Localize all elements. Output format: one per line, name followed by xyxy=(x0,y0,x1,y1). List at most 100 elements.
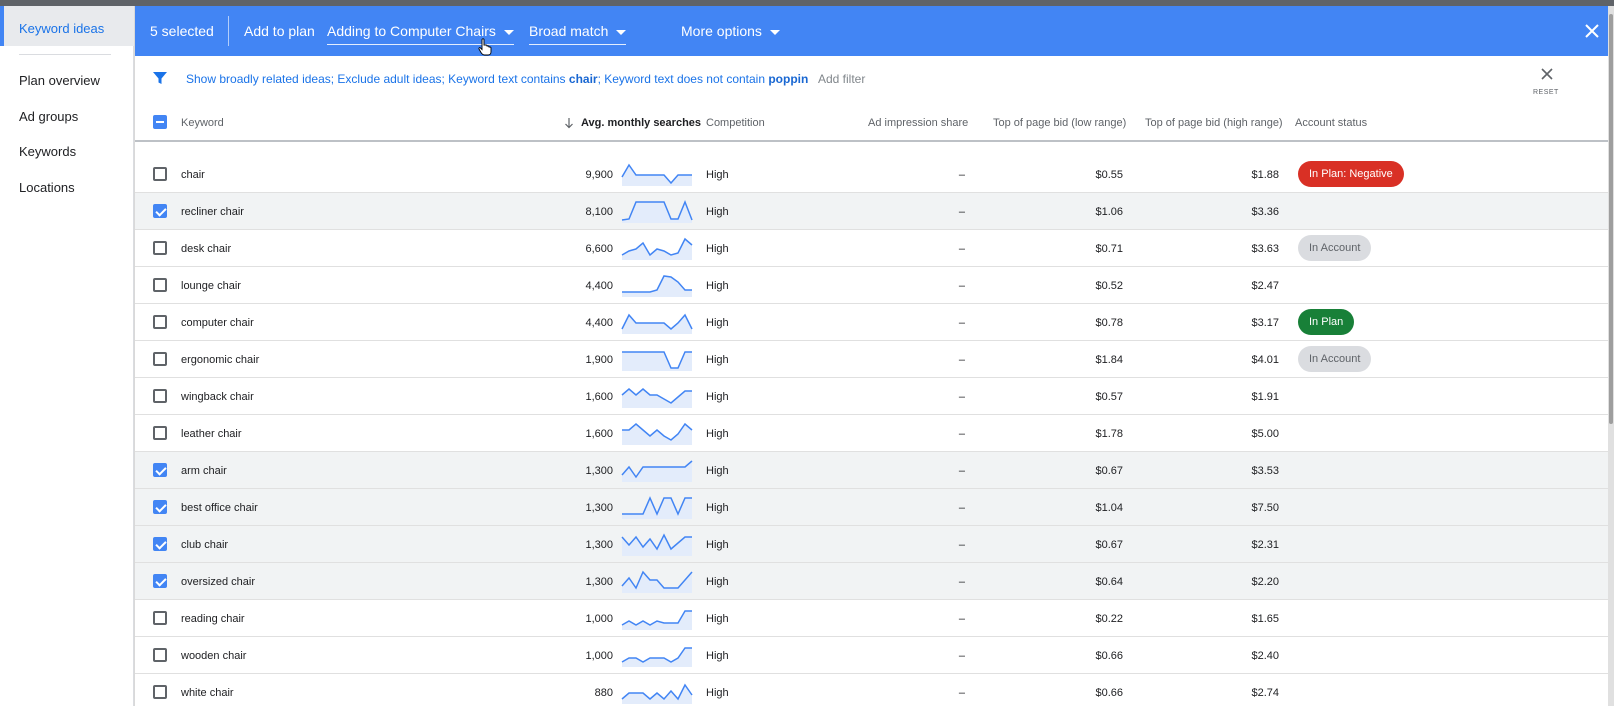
avg-monthly-searches: 1,300 xyxy=(585,539,613,551)
filter-icon[interactable] xyxy=(152,70,168,86)
bid-high-value: $2.20 xyxy=(1251,576,1279,588)
column-header-avg-monthly-searches[interactable]: Avg. monthly searches xyxy=(581,117,701,129)
row-checkbox[interactable] xyxy=(153,204,167,218)
competition-value: High xyxy=(706,613,729,625)
table-row[interactable]: white chair 880 High – $0.66 $2.74 xyxy=(135,674,1608,706)
competition-value: High xyxy=(706,539,729,551)
chevron-down-icon xyxy=(503,29,514,35)
chevron-down-icon xyxy=(769,29,780,35)
account-status-badge: In Account xyxy=(1298,235,1372,261)
avg-monthly-searches: 1,000 xyxy=(585,650,613,662)
competition-value: High xyxy=(706,465,729,477)
sidebar-item-keywords[interactable]: Keywords xyxy=(19,144,76,159)
table-row[interactable]: arm chair 1,300 High – $0.67 $3.53 xyxy=(135,452,1608,489)
row-checkbox[interactable] xyxy=(153,611,167,625)
competition-value: High xyxy=(706,502,729,514)
avg-monthly-searches: 1,900 xyxy=(585,354,613,366)
more-options-label: More options xyxy=(681,23,762,39)
sort-arrow-down-icon[interactable] xyxy=(564,117,574,129)
column-header-ad-impression-share[interactable]: Ad impression share xyxy=(868,117,968,129)
bid-low-value: $0.71 xyxy=(1095,243,1123,255)
select-all-checkbox[interactable] xyxy=(153,115,167,129)
sidebar-item-plan-overview[interactable]: Plan overview xyxy=(19,73,100,88)
bid-low-value: $0.57 xyxy=(1095,391,1123,403)
match-type-dropdown[interactable]: Broad match xyxy=(529,23,627,45)
table-row[interactable]: recliner chair 8,100 High – $1.06 $3.36 xyxy=(135,193,1608,230)
table-row[interactable]: ergonomic chair 1,900 High – $1.84 $4.01 In Ac… xyxy=(135,341,1608,378)
trend-sparkline xyxy=(622,351,692,371)
table-row[interactable]: best office chair 1,300 High – $1.04 $7.50 xyxy=(135,489,1608,526)
ad-impression-share-value: – xyxy=(958,502,965,514)
close-icon[interactable] xyxy=(1581,20,1603,42)
competition-value: High xyxy=(706,169,729,181)
table-row[interactable]: oversized chair 1,300 High – $0.64 $2.20 xyxy=(135,563,1608,600)
table-row[interactable]: reading chair 1,000 High – $0.22 $1.65 xyxy=(135,600,1608,637)
close-icon[interactable] xyxy=(1539,66,1555,82)
table-row[interactable]: chair 9,900 High – $0.55 $1.88 In Plan: Negati… xyxy=(135,156,1608,193)
table-row[interactable]: computer chair 4,400 High – $0.78 $3.17 In Pla… xyxy=(135,304,1608,341)
match-type-label: Broad match xyxy=(529,23,609,39)
bid-high-value: $1.65 xyxy=(1251,613,1279,625)
sidebar-item-ad-groups[interactable]: Ad groups xyxy=(19,109,78,124)
competition-value: High xyxy=(706,317,729,329)
sidebar-item-locations[interactable]: Locations xyxy=(19,180,75,195)
vertical-scrollbar[interactable] xyxy=(1608,6,1614,706)
keyword-text: leather chair xyxy=(181,428,242,440)
column-header-competition[interactable]: Competition xyxy=(706,117,765,129)
table-row[interactable]: wooden chair 1,000 High – $0.66 $2.40 xyxy=(135,637,1608,674)
row-checkbox[interactable] xyxy=(153,463,167,477)
avg-monthly-searches: 880 xyxy=(594,687,613,699)
row-checkbox[interactable] xyxy=(153,500,167,514)
table-row[interactable]: leather chair 1,600 High – $1.78 $5.00 xyxy=(135,415,1608,452)
competition-value: High xyxy=(706,206,729,218)
bid-high-value: $1.88 xyxy=(1251,169,1279,181)
reset-filters-button[interactable]: RESET xyxy=(1533,89,1559,96)
trend-sparkline xyxy=(621,683,693,704)
row-checkbox[interactable] xyxy=(153,315,167,329)
row-checkbox[interactable] xyxy=(153,389,167,403)
column-header-keyword[interactable]: Keyword xyxy=(181,117,224,129)
row-checkbox[interactable] xyxy=(153,167,167,181)
chevron-down-icon xyxy=(616,29,627,35)
keyword-text: arm chair xyxy=(181,465,227,477)
bid-high-value: $4.01 xyxy=(1251,354,1279,366)
row-checkbox[interactable] xyxy=(153,241,167,255)
bid-low-value: $0.64 xyxy=(1095,576,1123,588)
sidebar-item-keyword-ideas[interactable]: Keyword ideas xyxy=(0,6,134,46)
trend-sparkline xyxy=(621,570,693,593)
row-checkbox[interactable] xyxy=(153,685,167,699)
row-checkbox[interactable] xyxy=(153,574,167,588)
bid-high-value: $7.50 xyxy=(1251,502,1279,514)
avg-monthly-searches: 1,000 xyxy=(585,613,613,625)
column-header-bid-low[interactable]: Top of page bid (low range) xyxy=(993,117,1126,129)
competition-value: High xyxy=(706,243,729,255)
row-checkbox[interactable] xyxy=(153,537,167,551)
account-status-badge: In Plan xyxy=(1298,309,1355,335)
bid-high-value: $1.91 xyxy=(1251,391,1279,403)
account-status-badge: In Plan: Negative xyxy=(1298,161,1404,187)
column-header-account-status[interactable]: Account status xyxy=(1295,117,1367,129)
table-row[interactable]: club chair 1,300 High – $0.67 $2.31 xyxy=(135,526,1608,563)
trend-sparkline xyxy=(621,647,692,667)
row-checkbox[interactable] xyxy=(153,278,167,292)
add-filter-button[interactable]: Add filter xyxy=(818,72,865,86)
keyword-text: desk chair xyxy=(181,243,232,255)
bid-low-value: $0.66 xyxy=(1095,687,1123,699)
competition-value: High xyxy=(706,428,729,440)
bid-low-value: $0.22 xyxy=(1095,613,1123,625)
bid-high-value: $2.40 xyxy=(1251,650,1279,662)
active-filters[interactable]: Show broadly related ideas; Exclude adul… xyxy=(186,72,808,86)
keyword-text: best office chair xyxy=(181,502,258,514)
table-row[interactable]: desk chair 6,600 High – $0.71 $3.63 In Account xyxy=(135,230,1608,267)
table-row[interactable]: wingback chair 1,600 High – $0.57 $1.91 xyxy=(135,378,1608,415)
more-options-dropdown[interactable]: More options xyxy=(681,23,780,39)
selected-count: 5 selected xyxy=(150,23,214,39)
scrollbar-thumb[interactable] xyxy=(1609,14,1613,424)
column-header-bid-high[interactable]: Top of page bid (high range) xyxy=(1145,117,1283,129)
sparkline-area xyxy=(622,315,692,334)
row-checkbox[interactable] xyxy=(153,648,167,662)
row-checkbox[interactable] xyxy=(153,352,167,366)
add-to-plan-button[interactable]: Add to plan xyxy=(244,23,315,39)
table-row[interactable]: lounge chair 4,400 High – $0.52 $2.47 xyxy=(135,267,1608,304)
row-checkbox[interactable] xyxy=(153,426,167,440)
